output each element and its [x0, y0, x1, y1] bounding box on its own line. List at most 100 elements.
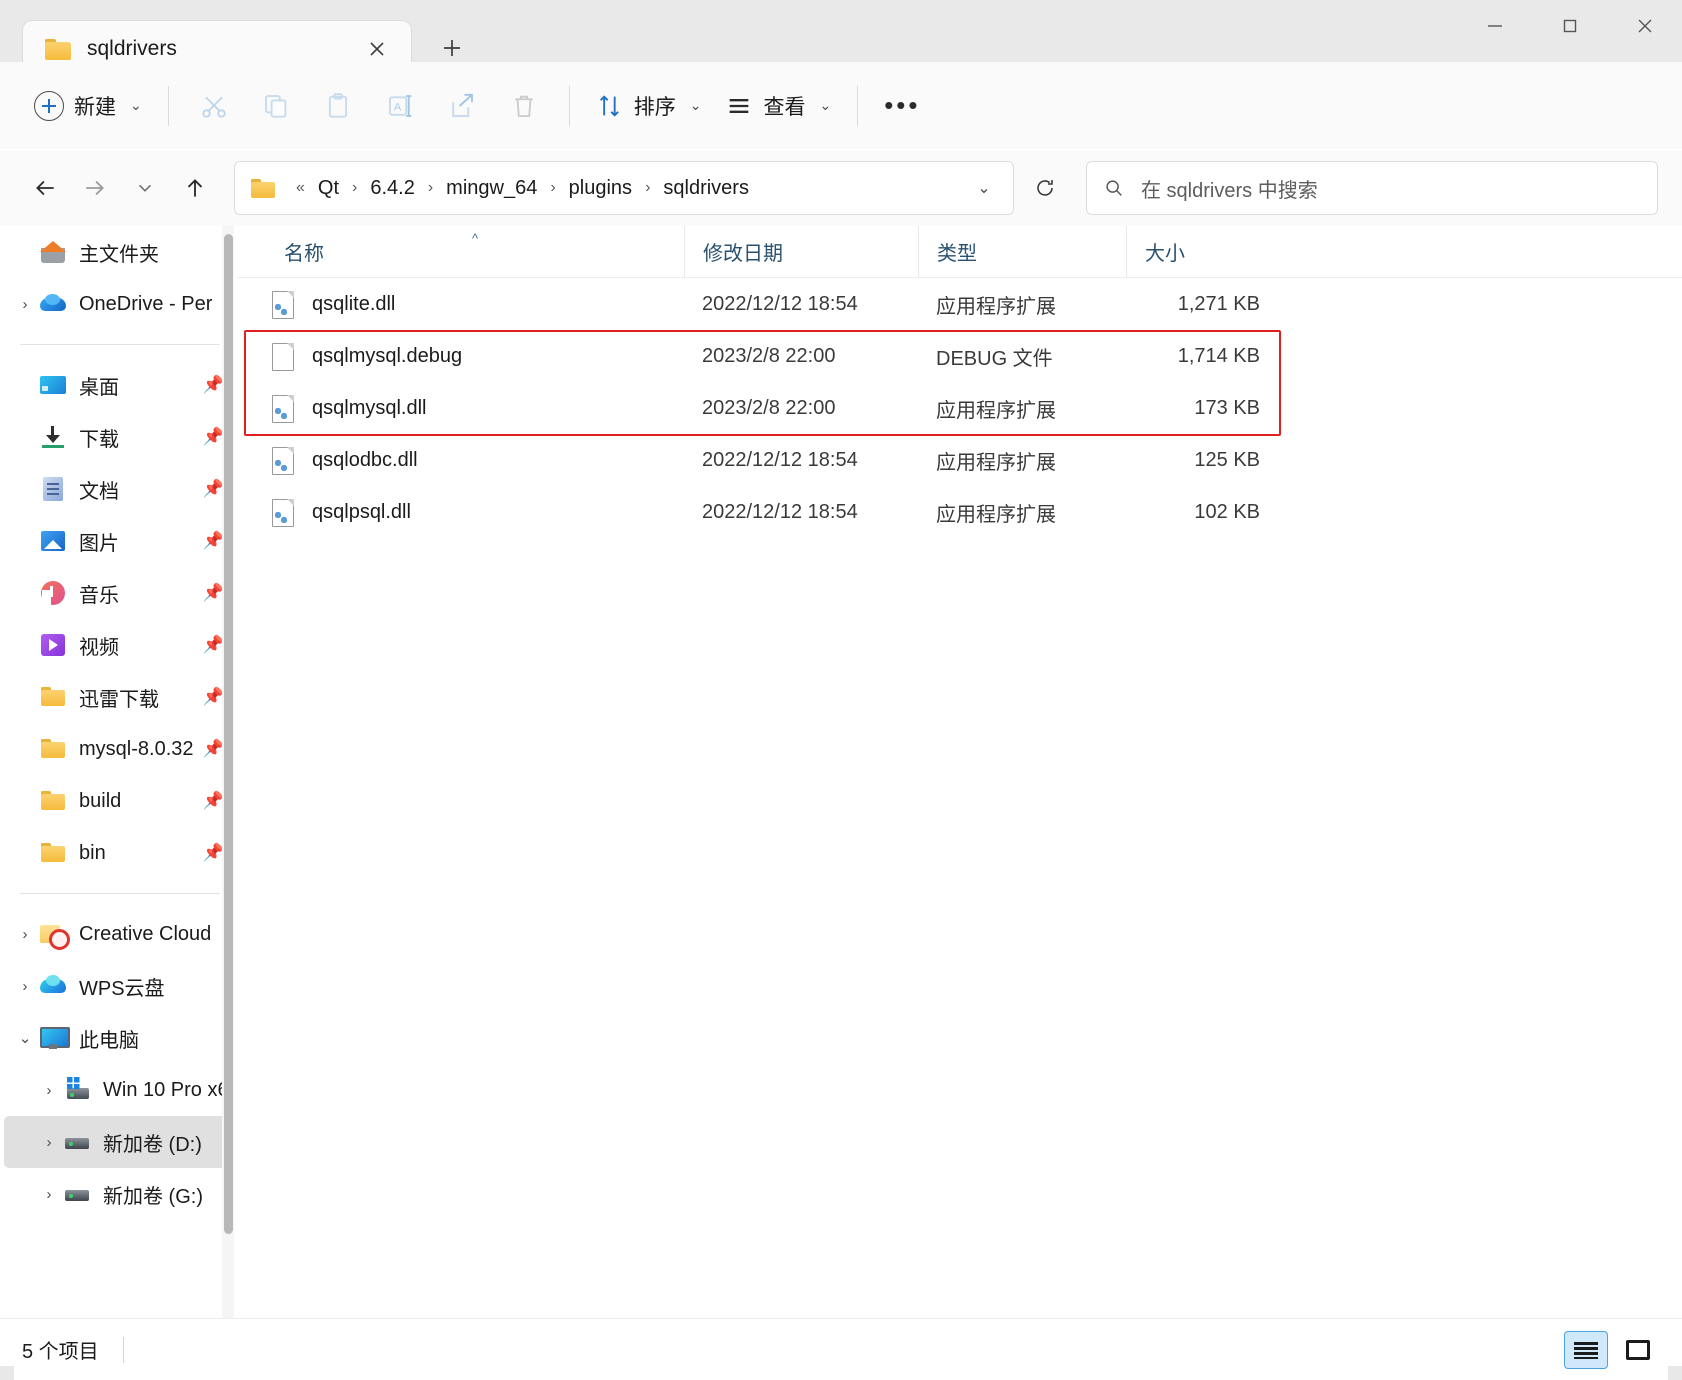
- pin-icon[interactable]: 📌: [203, 479, 224, 499]
- sidebar-item-home[interactable]: 主文件夹: [4, 226, 232, 278]
- download-icon: [40, 424, 66, 450]
- chevron-right-icon[interactable]: ›: [34, 1082, 64, 1099]
- sidebar-scrollbar-thumb[interactable]: [224, 234, 233, 1234]
- sidebar-item-mysql[interactable]: mysql-8.0.32 📌: [4, 723, 232, 775]
- sidebar-item-drive-g[interactable]: › 新加卷 (G:): [4, 1168, 232, 1220]
- table-row[interactable]: qsqlpsql.dll 2022/12/12 18:54 应用程序扩展 102…: [236, 486, 1682, 538]
- sidebar-item-onedrive[interactable]: › OneDrive - Per: [4, 278, 232, 330]
- column-header-date[interactable]: 修改日期: [684, 225, 918, 278]
- sidebar-item-os-drive[interactable]: › Win 10 Pro x6: [4, 1064, 232, 1116]
- sidebar-item-label: 新加卷 (G:): [103, 1185, 203, 1208]
- pin-icon[interactable]: 📌: [203, 635, 224, 655]
- column-header-size[interactable]: 大小: [1126, 225, 1274, 278]
- chevron-right-icon[interactable]: ›: [10, 926, 40, 943]
- breadcrumb-item-2[interactable]: mingw_64: [440, 173, 543, 204]
- pin-icon[interactable]: 📌: [203, 583, 224, 603]
- details-view-button[interactable]: [1564, 1330, 1608, 1369]
- dll-file-icon: [272, 498, 294, 527]
- back-button[interactable]: [20, 163, 70, 213]
- sidebar-item-documents[interactable]: 文档 📌: [4, 463, 232, 515]
- table-row[interactable]: qsqlmysql.dll 2023/2/8 22:00 应用程序扩展 173 …: [236, 382, 1682, 434]
- command-bar: 新建 ⌄ A 排序 ⌄ 查看 ⌄ •••: [0, 62, 1682, 150]
- pin-icon[interactable]: 📌: [203, 687, 224, 707]
- sidebar-item-creative-cloud[interactable]: › Creative Cloud: [4, 908, 232, 960]
- file-type: DEBUG 文件: [936, 347, 1053, 370]
- pin-icon[interactable]: 📌: [203, 531, 224, 551]
- sidebar-item-bin[interactable]: bin 📌: [4, 827, 232, 879]
- forward-button[interactable]: [70, 163, 120, 213]
- sidebar-item-label: WPS云盘: [79, 977, 165, 1000]
- sidebar-item-label: OneDrive - Per: [79, 292, 213, 315]
- sidebar-scrollbar[interactable]: [222, 226, 234, 1318]
- sort-button[interactable]: 排序 ⌄: [584, 78, 714, 134]
- breadcrumb-overflow[interactable]: «: [289, 179, 312, 197]
- new-button[interactable]: 新建 ⌄: [24, 80, 154, 132]
- table-row[interactable]: qsqlite.dll 2022/12/12 18:54 应用程序扩展 1,27…: [236, 278, 1682, 330]
- file-name: qsqlodbc.dll: [312, 448, 418, 471]
- sidebar-item-build[interactable]: build 📌: [4, 775, 232, 827]
- file-date: 2022/12/12 18:54: [702, 500, 858, 523]
- column-header-type[interactable]: 类型: [918, 225, 1126, 278]
- sidebar-item-desktop[interactable]: 桌面 📌: [4, 359, 232, 411]
- sidebar-item-this-pc[interactable]: ⌄ 此电脑: [4, 1012, 232, 1064]
- pin-icon[interactable]: 📌: [203, 739, 224, 759]
- cut-button[interactable]: [183, 78, 245, 134]
- home-icon: [40, 239, 66, 265]
- sidebar-item-drive-d[interactable]: › 新加卷 (D:): [4, 1116, 232, 1168]
- chevron-right-icon[interactable]: ›: [34, 1186, 64, 1203]
- search-input[interactable]: 在 sqldrivers 中搜索: [1086, 161, 1658, 215]
- sidebar-item-videos[interactable]: 视频 📌: [4, 619, 232, 671]
- column-header-label: 名称: [284, 243, 324, 265]
- share-button[interactable]: [431, 78, 493, 134]
- pin-icon[interactable]: 📌: [203, 791, 224, 811]
- view-button[interactable]: 查看 ⌄: [713, 78, 843, 134]
- sort-ascending-icon: ^: [471, 230, 479, 246]
- address-chevron-down-icon[interactable]: ⌄: [963, 167, 1005, 209]
- large-icons-view-button[interactable]: [1616, 1330, 1660, 1369]
- minimize-button[interactable]: [1457, 0, 1532, 52]
- breadcrumb-separator: ›: [550, 179, 556, 196]
- sidebar-item-label: 迅雷下载: [79, 688, 159, 711]
- sidebar-item-pictures[interactable]: 图片 📌: [4, 515, 232, 567]
- chevron-right-icon[interactable]: ›: [10, 978, 40, 995]
- chevron-right-icon[interactable]: ›: [34, 1134, 64, 1151]
- rename-button[interactable]: A: [369, 78, 431, 134]
- file-name: qsqlmysql.debug: [312, 344, 463, 367]
- search-icon: [1103, 177, 1125, 199]
- breadcrumb-item-4[interactable]: sqldrivers: [657, 173, 755, 204]
- pin-icon[interactable]: 📌: [203, 427, 224, 447]
- sidebar-item-wps-cloud[interactable]: › WPS云盘: [4, 960, 232, 1012]
- dll-file-icon: [272, 394, 294, 423]
- chevron-right-icon[interactable]: ›: [10, 296, 40, 313]
- copy-button[interactable]: [245, 78, 307, 134]
- paste-button[interactable]: [307, 78, 369, 134]
- address-bar[interactable]: « Qt › 6.4.2 › mingw_64 › plugins › sqld…: [234, 161, 1014, 215]
- table-row[interactable]: qsqlodbc.dll 2022/12/12 18:54 应用程序扩展 125…: [236, 434, 1682, 486]
- divider: [167, 85, 169, 126]
- breadcrumb-item-3[interactable]: plugins: [563, 173, 638, 204]
- breadcrumb-item-0[interactable]: Qt: [312, 173, 345, 204]
- pin-icon[interactable]: 📌: [203, 843, 224, 863]
- sidebar-item-xunlei-downloads[interactable]: 迅雷下载 📌: [4, 671, 232, 723]
- up-button[interactable]: [170, 163, 220, 213]
- chevron-down-icon[interactable]: ⌄: [10, 1029, 40, 1047]
- recent-locations-button[interactable]: [120, 163, 170, 213]
- table-row[interactable]: qsqlmysql.debug 2023/2/8 22:00 DEBUG 文件 …: [236, 330, 1682, 382]
- pin-icon[interactable]: 📌: [203, 375, 224, 395]
- close-button[interactable]: [1607, 0, 1682, 52]
- refresh-button[interactable]: [1018, 161, 1072, 215]
- breadcrumb-item-1[interactable]: 6.4.2: [364, 173, 420, 204]
- sidebar-item-label: bin: [79, 841, 106, 864]
- breadcrumb-separator: ›: [352, 179, 358, 196]
- column-header-name[interactable]: ^ 名称: [266, 226, 684, 278]
- delete-button[interactable]: [493, 78, 555, 134]
- folder-icon: [40, 788, 66, 814]
- sidebar-item-label: 文档: [79, 480, 119, 503]
- sidebar-item-music[interactable]: 音乐 📌: [4, 567, 232, 619]
- divider: [857, 85, 859, 126]
- more-options-button[interactable]: •••: [872, 78, 932, 134]
- folder-icon: [251, 179, 275, 198]
- maximize-button[interactable]: [1532, 0, 1607, 52]
- breadcrumb-separator: ›: [645, 179, 651, 196]
- sidebar-item-downloads[interactable]: 下载 📌: [4, 411, 232, 463]
